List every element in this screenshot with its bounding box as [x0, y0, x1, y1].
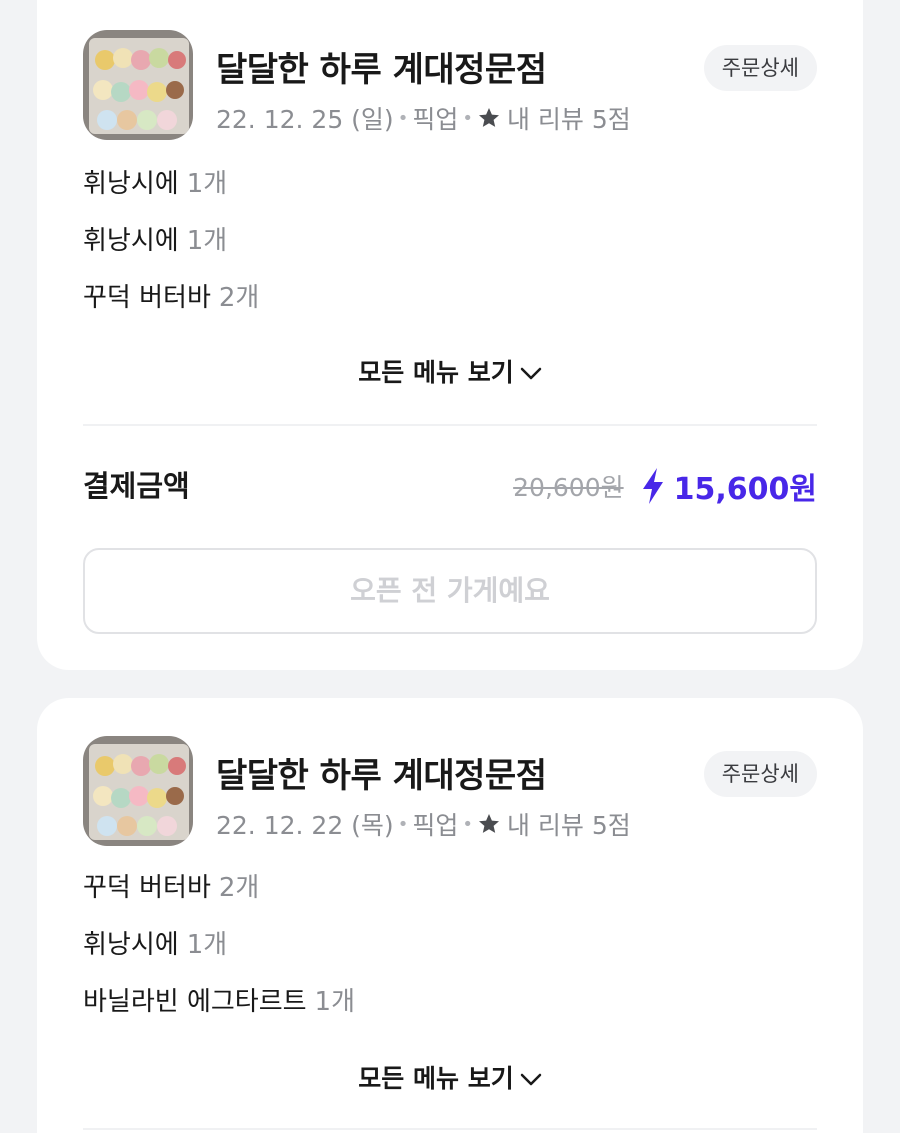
- item-name: 꾸덕 버터바: [83, 283, 211, 313]
- order-items-list: 휘낭시에 1개 휘낭시에 1개 꾸덕 버터바 2개: [83, 156, 817, 327]
- store-thumbnail[interactable]: [83, 736, 193, 846]
- my-review[interactable]: 내 리뷰 5점: [507, 100, 631, 136]
- order-items-list: 꾸덕 버터바 2개 휘낭시에 1개 바닐라빈 에그타르트 1개: [83, 860, 817, 1031]
- list-item: 휘낭시에 1개: [83, 156, 817, 213]
- order-meta: 22. 12. 25 (일) • 픽업 • 내 리뷰 5점: [216, 100, 631, 136]
- item-qty: 1개: [186, 226, 228, 256]
- order-card: 달달한 하루 계대정문점 22. 12. 22 (목) • 픽업 • 내 리뷰 …: [37, 698, 863, 1133]
- order-detail-button[interactable]: 주문상세: [703, 45, 817, 91]
- item-qty: 2개: [218, 873, 260, 903]
- chevron-down-icon: [520, 367, 541, 380]
- item-name: 휘낭시에: [83, 226, 179, 256]
- payment-label: 결제금액: [83, 469, 190, 503]
- payment-amounts: 20,600원 15,600원: [513, 464, 817, 508]
- store-closed-button[interactable]: 오픈 전 가게예요: [83, 548, 817, 634]
- item-qty: 2개: [218, 283, 260, 313]
- order-detail-button[interactable]: 주문상세: [703, 751, 817, 797]
- list-item: 바닐라빈 에그타르트 1개: [83, 974, 817, 1031]
- separator-dot: •: [397, 107, 409, 129]
- separator-dot: •: [462, 107, 473, 129]
- show-all-menu-label: 모든 메뉴 보기: [358, 358, 514, 387]
- list-item: 꾸덕 버터바 2개: [83, 270, 817, 327]
- item-qty: 1개: [314, 987, 356, 1017]
- store-name[interactable]: 달달한 하루 계대정문점: [216, 748, 547, 797]
- star-icon: [478, 814, 499, 833]
- order-date: 22. 12. 22 (목): [216, 811, 394, 840]
- store-thumbnail[interactable]: [83, 30, 193, 140]
- chevron-down-icon: [520, 1073, 541, 1086]
- order-meta: 22. 12. 22 (목) • 픽업 • 내 리뷰 5점: [216, 806, 631, 842]
- payment-row: 결제금액 20,600원 15,600원: [83, 464, 817, 508]
- show-all-menu-button[interactable]: 모든 메뉴 보기: [37, 1059, 863, 1095]
- order-history-page: 달달한 하루 계대정문점 22. 12. 25 (일) • 픽업 • 내 리뷰 …: [0, 0, 900, 1133]
- order-card: 달달한 하루 계대정문점 22. 12. 25 (일) • 픽업 • 내 리뷰 …: [37, 0, 863, 670]
- my-review[interactable]: 내 리뷰 5점: [507, 806, 631, 842]
- show-all-menu-button[interactable]: 모든 메뉴 보기: [37, 353, 863, 389]
- show-all-menu-label: 모든 메뉴 보기: [358, 1064, 514, 1093]
- divider: [83, 1128, 817, 1130]
- store-header: 달달한 하루 계대정문점 22. 12. 22 (목) • 픽업 • 내 리뷰 …: [83, 736, 817, 848]
- separator-dot: •: [462, 813, 473, 835]
- order-type: 픽업: [412, 811, 459, 840]
- separator-dot: •: [397, 813, 409, 835]
- star-icon: [478, 108, 499, 127]
- store-name[interactable]: 달달한 하루 계대정문점: [216, 42, 547, 91]
- item-name: 바닐라빈 에그타르트: [83, 987, 307, 1017]
- store-header: 달달한 하루 계대정문점 22. 12. 25 (일) • 픽업 • 내 리뷰 …: [83, 30, 817, 142]
- item-name: 휘낭시에: [83, 930, 179, 960]
- lightning-icon: [642, 468, 663, 504]
- order-date: 22. 12. 25 (일): [216, 105, 394, 134]
- item-name: 휘낭시에: [83, 169, 179, 199]
- item-qty: 1개: [186, 169, 228, 199]
- final-price: 15,600원: [673, 472, 817, 507]
- divider: [83, 424, 817, 426]
- list-item: 꾸덕 버터바 2개: [83, 860, 817, 917]
- item-qty: 1개: [186, 930, 228, 960]
- list-item: 휘낭시에 1개: [83, 917, 817, 974]
- item-name: 꾸덕 버터바: [83, 873, 211, 903]
- list-item: 휘낭시에 1개: [83, 213, 817, 270]
- original-price: 20,600원: [513, 473, 624, 502]
- order-type: 픽업: [412, 105, 459, 134]
